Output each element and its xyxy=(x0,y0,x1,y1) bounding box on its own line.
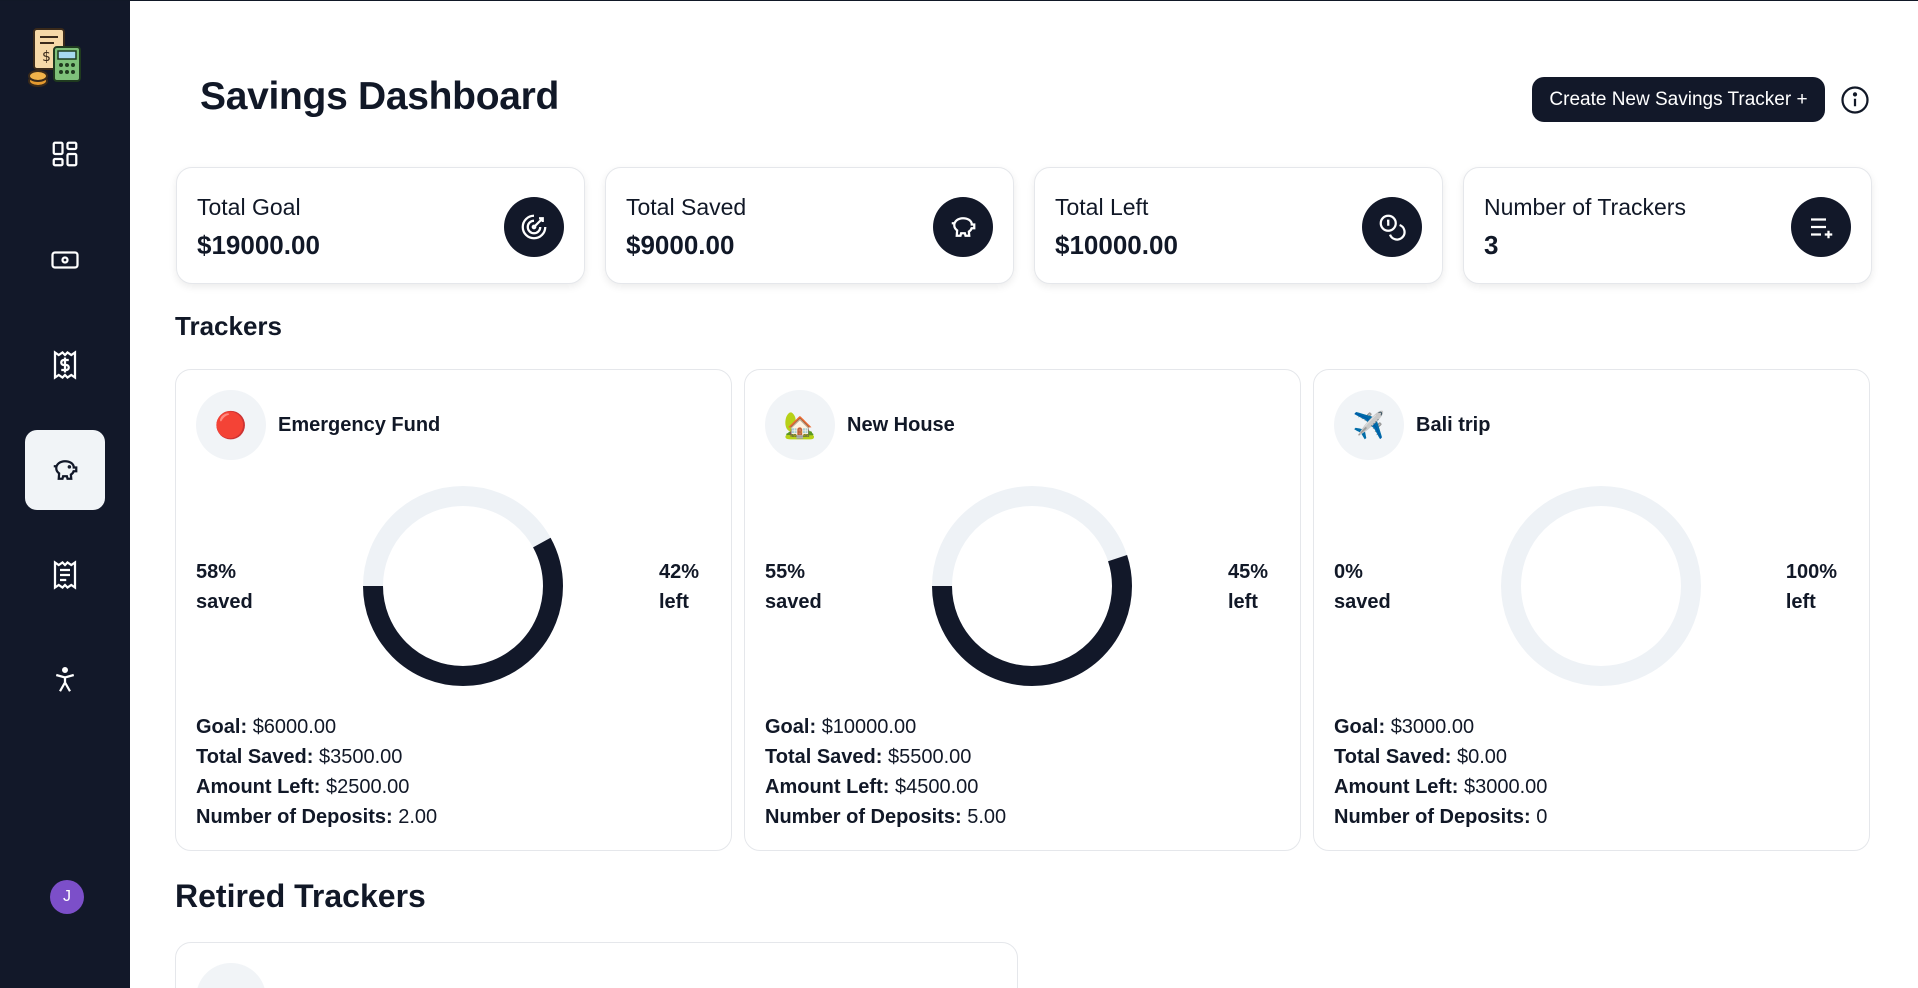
tracker-details: Goal: $6000.00 Total Saved: $3500.00 Amo… xyxy=(196,712,437,832)
tracker-card[interactable]: ✈️ Bali trip 0% saved 100% left Goal: $3… xyxy=(1313,369,1870,851)
detail-total-saved: Total Saved: $0.00 xyxy=(1334,746,1508,768)
stat-card-total-goal: Total Goal $19000.00 xyxy=(176,167,585,284)
info-button[interactable] xyxy=(1840,85,1870,115)
list-add-icon xyxy=(1811,218,1833,239)
stat-icon-badge xyxy=(933,197,993,257)
detail-number-of-deposits: Number of Deposits: 0 xyxy=(1334,806,1548,828)
dashboard-grid-icon xyxy=(52,141,78,167)
left-percent-value: 45% xyxy=(1227,561,1268,583)
retired-tracker-card[interactable] xyxy=(175,942,1018,988)
saved-percent-label: saved xyxy=(196,591,253,613)
tracker-details: Goal: $10000.00 Total Saved: $5500.00 Am… xyxy=(765,712,1006,832)
detail-total-saved: Total Saved: $3500.00 xyxy=(196,746,403,768)
svg-text:$: $ xyxy=(42,49,51,65)
detail-goal: Goal: $3000.00 xyxy=(1334,716,1475,738)
accessibility-icon xyxy=(55,667,75,692)
detail-amount-left: Amount Left: $3000.00 xyxy=(1334,776,1548,798)
saved-percent-label: saved xyxy=(765,591,822,613)
progress-donut xyxy=(932,486,1132,686)
tracker-card[interactable]: 🏡 New House 55% saved 45% left Goal: $10… xyxy=(744,369,1301,851)
stat-label: Total Saved xyxy=(626,194,747,220)
tracker-details: Goal: $3000.00 Total Saved: $0.00 Amount… xyxy=(1334,712,1547,832)
detail-number-of-deposits: Number of Deposits: 2.00 xyxy=(196,806,438,828)
saved-percent: 0% saved xyxy=(1334,557,1391,617)
left-percent-label: left xyxy=(658,591,689,613)
stat-label: Total Left xyxy=(1055,194,1149,220)
user-avatar[interactable]: J xyxy=(50,880,84,914)
saved-percent: 55% saved xyxy=(765,557,822,617)
stat-label: Number of Trackers xyxy=(1484,194,1686,220)
coins-icon xyxy=(1379,214,1406,241)
sidebar-item-expenses[interactable] xyxy=(25,325,105,405)
left-percent-value: 42% xyxy=(658,561,699,583)
sidebar-item-dashboard[interactable] xyxy=(25,114,105,194)
stat-value: $9000.00 xyxy=(626,230,735,260)
detail-number-of-deposits: Number of Deposits: 5.00 xyxy=(765,806,1007,828)
tracker-emoji-icon: ✈️ xyxy=(1334,390,1404,460)
detail-goal: Goal: $6000.00 xyxy=(196,716,337,738)
tracker-name: Emergency Fund xyxy=(278,414,441,436)
info-icon xyxy=(1841,86,1869,114)
left-percent: 100% left xyxy=(1786,557,1837,617)
banknote-icon xyxy=(51,251,79,269)
sidebar: $ J xyxy=(0,1,130,988)
stat-card-total-left: Total Left $10000.00 xyxy=(1034,167,1443,284)
stat-value: 3 xyxy=(1484,230,1499,260)
detail-amount-left: Amount Left: $4500.00 xyxy=(765,776,979,798)
saved-percent-value: 55% xyxy=(765,561,806,583)
stat-label: Total Goal xyxy=(197,194,301,220)
app-root: $ J Savings Dashboard Create New Savings… xyxy=(0,0,1918,988)
stat-card-number-of-trackers: Number of Trackers 3 xyxy=(1463,167,1872,284)
retired-trackers-heading: Retired Trackers xyxy=(175,878,426,914)
goal-target-icon xyxy=(521,214,547,240)
detail-total-saved: Total Saved: $5500.00 xyxy=(765,746,972,768)
piggy-bank-icon xyxy=(53,460,78,480)
progress-donut xyxy=(363,486,563,686)
page-title: Savings Dashboard xyxy=(200,75,560,118)
left-percent-label: left xyxy=(1785,591,1816,613)
piggy-bank-icon xyxy=(951,217,976,237)
sidebar-item-accessibility[interactable] xyxy=(25,640,105,720)
receipt-dollar-icon xyxy=(53,350,77,380)
tracker-card[interactable]: 🔴 Emergency Fund 58% saved 42% left Goal… xyxy=(175,369,732,851)
saved-percent: 58% saved xyxy=(196,557,253,617)
tracker-emoji-icon: 🏡 xyxy=(765,390,835,460)
left-percent-value: 100% xyxy=(1785,561,1837,583)
saved-percent-value: 58% xyxy=(196,561,237,583)
trackers-heading: Trackers xyxy=(175,311,282,341)
tracker-emoji-icon: 🔴 xyxy=(196,390,266,460)
stat-value: $19000.00 xyxy=(197,230,320,260)
detail-goal: Goal: $10000.00 xyxy=(765,716,917,738)
saved-percent-label: saved xyxy=(1334,591,1391,613)
left-percent: 42% left xyxy=(659,557,699,617)
stat-card-total-saved: Total Saved $9000.00 xyxy=(605,167,1014,284)
receipt-icon xyxy=(53,560,77,590)
stat-icon-badge xyxy=(1362,197,1422,257)
left-percent: 45% left xyxy=(1228,557,1268,617)
stat-icon-badge xyxy=(504,197,564,257)
create-tracker-button[interactable]: Create New Savings Tracker + xyxy=(1532,77,1825,122)
stat-icon-badge xyxy=(1791,197,1851,257)
sidebar-item-income[interactable] xyxy=(25,220,105,300)
tracker-emoji-icon xyxy=(196,963,266,988)
detail-amount-left: Amount Left: $2500.00 xyxy=(196,776,410,798)
tracker-name: Bali trip xyxy=(1416,414,1491,436)
progress-donut xyxy=(1501,486,1701,686)
budget-calculator-logo-icon: $ xyxy=(28,28,81,87)
donut-track xyxy=(1501,486,1701,686)
saved-percent-value: 0% xyxy=(1334,561,1363,583)
stat-value: $10000.00 xyxy=(1055,230,1178,260)
left-percent-label: left xyxy=(1227,591,1258,613)
app-logo[interactable]: $ xyxy=(26,25,90,89)
sidebar-item-bills[interactable] xyxy=(25,535,105,615)
tracker-name: New House xyxy=(847,414,955,436)
sidebar-item-savings[interactable] xyxy=(25,430,105,510)
